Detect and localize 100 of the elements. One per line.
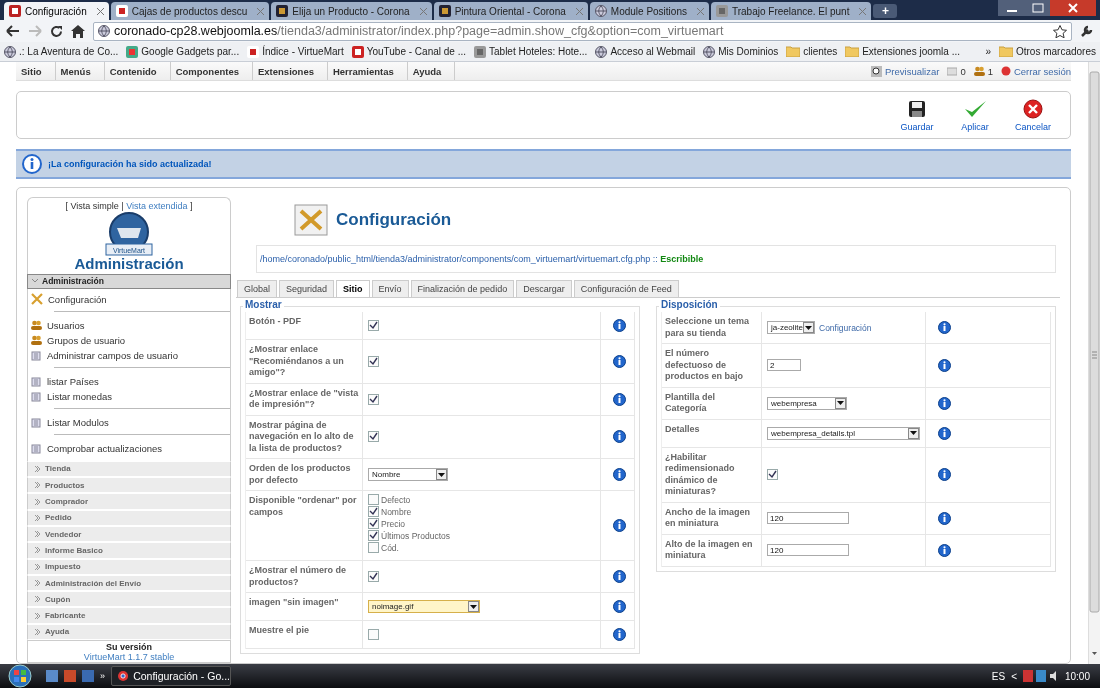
section-header[interactable]: Productos [27,477,231,494]
bookmark[interactable]: Mis Dominios [703,45,779,58]
sidebar-item[interactable]: Grupos de usuario [31,332,230,348]
close-icon[interactable] [96,7,104,15]
config-tab[interactable]: Descargar [516,280,572,297]
info-icon[interactable] [938,358,951,372]
taskbar-item[interactable]: Configuración - Go... [111,666,231,686]
checkbox-option[interactable]: Últimos Productos [368,530,450,541]
sidebar-item[interactable]: Listar Modulos [31,414,230,430]
language-indicator[interactable]: ES [991,670,1006,682]
star-icon[interactable] [1053,24,1067,38]
section-header[interactable]: Fabricante [27,607,231,624]
checkbox[interactable] [368,629,379,640]
config-tab[interactable]: Sitio [336,280,370,297]
toolbar-button[interactable]: Aplicar [950,98,1000,132]
new-tab-button[interactable]: + [873,4,898,18]
menu-item[interactable]: Extensiones [253,62,328,80]
bookmark[interactable]: clientes [786,46,838,57]
tray-toggle[interactable]: < [1011,670,1017,682]
info-icon[interactable] [613,392,626,406]
input-field[interactable]: 120 [767,512,849,524]
section-header[interactable]: Informe Basico [27,542,231,559]
info-icon[interactable] [613,600,626,613]
info-icon[interactable] [938,321,951,334]
info-icon[interactable] [613,354,626,368]
sidebar-item[interactable]: listar Países [31,373,230,389]
info-icon[interactable] [613,570,626,583]
reload-icon[interactable] [50,24,63,38]
browser-tab[interactable]: Module Positions [589,2,709,20]
more-bookmarks-button[interactable]: » [985,46,991,57]
bookmark[interactable]: Tablet Hoteles: Hote... [474,45,588,58]
bookmark[interactable]: Acceso al Webmail [595,45,696,58]
checkbox[interactable] [368,393,379,405]
browser-tab[interactable]: Pintura Oriental - Corona [433,2,588,20]
browser-tab[interactable]: Trabajo Freelance. El punt [710,2,872,20]
back-icon[interactable] [6,25,20,37]
bookmark[interactable]: YouTube - Canal de ... [351,45,466,58]
config-tab[interactable]: Seguridad [279,280,335,297]
option-checkbox[interactable] [368,518,379,529]
other-bookmarks[interactable]: Otros marcadores [998,46,1096,57]
info-icon[interactable] [613,468,626,481]
menu-item[interactable]: Ayuda [407,62,456,80]
sidebar-item[interactable]: Usuarios [31,317,230,333]
dropdown[interactable]: ja-zeolite [767,321,815,334]
info-icon[interactable] [613,628,626,641]
info-icon[interactable] [613,430,626,444]
menu-item[interactable]: Sitio [16,62,56,80]
checkbox[interactable] [368,431,379,443]
option-checkbox[interactable] [368,506,379,517]
dropdown[interactable]: webempresa_details.tpl [767,426,920,440]
menu-item[interactable]: Menús [55,62,105,80]
checkbox[interactable] [767,469,778,480]
wrench-icon[interactable] [1080,24,1094,38]
section-header[interactable]: Tienda [27,460,231,478]
browser-tab[interactable]: Cajas de productos descu [110,2,270,20]
window-controls-drawing[interactable] [998,0,1096,16]
info-icon[interactable] [938,543,951,557]
browser-tab[interactable]: Configuración [4,2,109,20]
toolbar-button[interactable]: Cancelar [1008,98,1058,132]
logout-link[interactable]: Cerrar sesión [1000,65,1071,77]
section-header[interactable]: Cupón [27,591,231,608]
dropdown[interactable]: Nombre [368,468,448,481]
browser-tab[interactable]: Elija un Producto - Corona [271,2,432,20]
sidebar-item[interactable]: Configuración [31,291,230,307]
sidebar-item[interactable]: Listar monedas [31,388,230,404]
config-tab[interactable]: Finalización de pedido [410,280,515,297]
option-checkbox[interactable] [368,530,379,541]
option-checkbox[interactable] [368,494,379,505]
menu-item[interactable]: Contenido [104,62,171,80]
bookmark[interactable]: .: La Aventura de Co... [4,45,119,58]
home-icon[interactable] [71,24,85,38]
dropdown[interactable]: noimage.gif [368,600,480,613]
option-checkbox[interactable] [368,542,379,553]
info-icon[interactable] [938,468,951,481]
sidebar-item[interactable]: Comprobar actualizaciones [31,440,230,456]
more-button[interactable]: » [100,671,105,681]
menu-item[interactable]: Componentes [170,62,253,80]
section-header[interactable]: Administración [27,274,231,289]
info-icon[interactable] [938,396,951,410]
view-link[interactable]: Vista extendida [126,201,188,211]
checkbox[interactable] [368,320,379,331]
checkbox[interactable] [368,355,379,367]
checkbox-option[interactable]: Cód. [368,542,450,553]
config-tab[interactable]: Configuración de Feed [573,280,679,297]
checkbox-option[interactable]: Defecto [368,494,450,505]
config-tab[interactable]: Global [237,280,277,297]
address-bar[interactable]: coronado-cp28.webjoomla.es/tienda3/administrator/index.php?page=admin.show_cfg&option=com_virtuemart [93,21,1072,41]
config-tab[interactable]: Envío [371,280,409,297]
info-icon[interactable] [613,519,626,532]
version-link[interactable]: VirtueMart 1.1.7 stable [83,652,175,663]
view-link[interactable]: Vista simple [70,201,119,211]
bookmark[interactable]: Índice - VirtueMart [247,45,344,58]
bookmark[interactable]: Google Gadgets par... [126,45,240,58]
checkbox[interactable] [368,571,379,582]
input-field[interactable]: 120 [767,544,849,556]
toolbar-button[interactable]: Guardar [892,98,942,132]
sidebar-item[interactable]: Administrar campos de usuario [31,347,230,363]
bookmark[interactable]: Extensiones joomla ... [845,46,960,57]
dropdown[interactable]: webempresa [767,396,847,410]
tray-icons-drawing[interactable] [1022,670,1059,682]
